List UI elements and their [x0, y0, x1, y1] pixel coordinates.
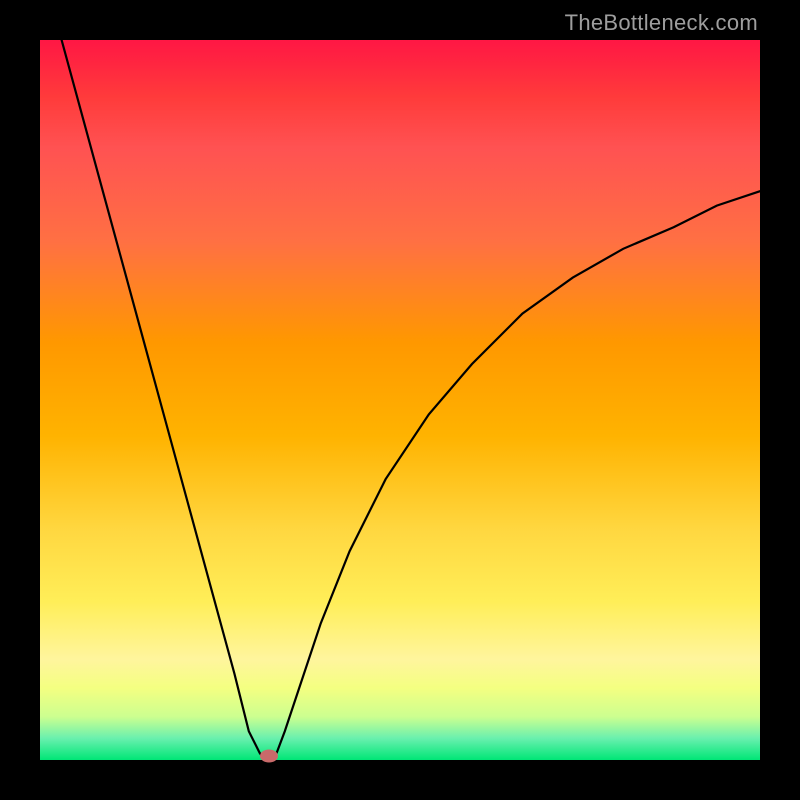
watermark-text: TheBottleneck.com [565, 10, 758, 36]
chart-frame: TheBottleneck.com [0, 0, 800, 800]
plot-area [40, 40, 760, 760]
optimum-marker [260, 750, 278, 763]
bottleneck-curve [40, 40, 760, 760]
